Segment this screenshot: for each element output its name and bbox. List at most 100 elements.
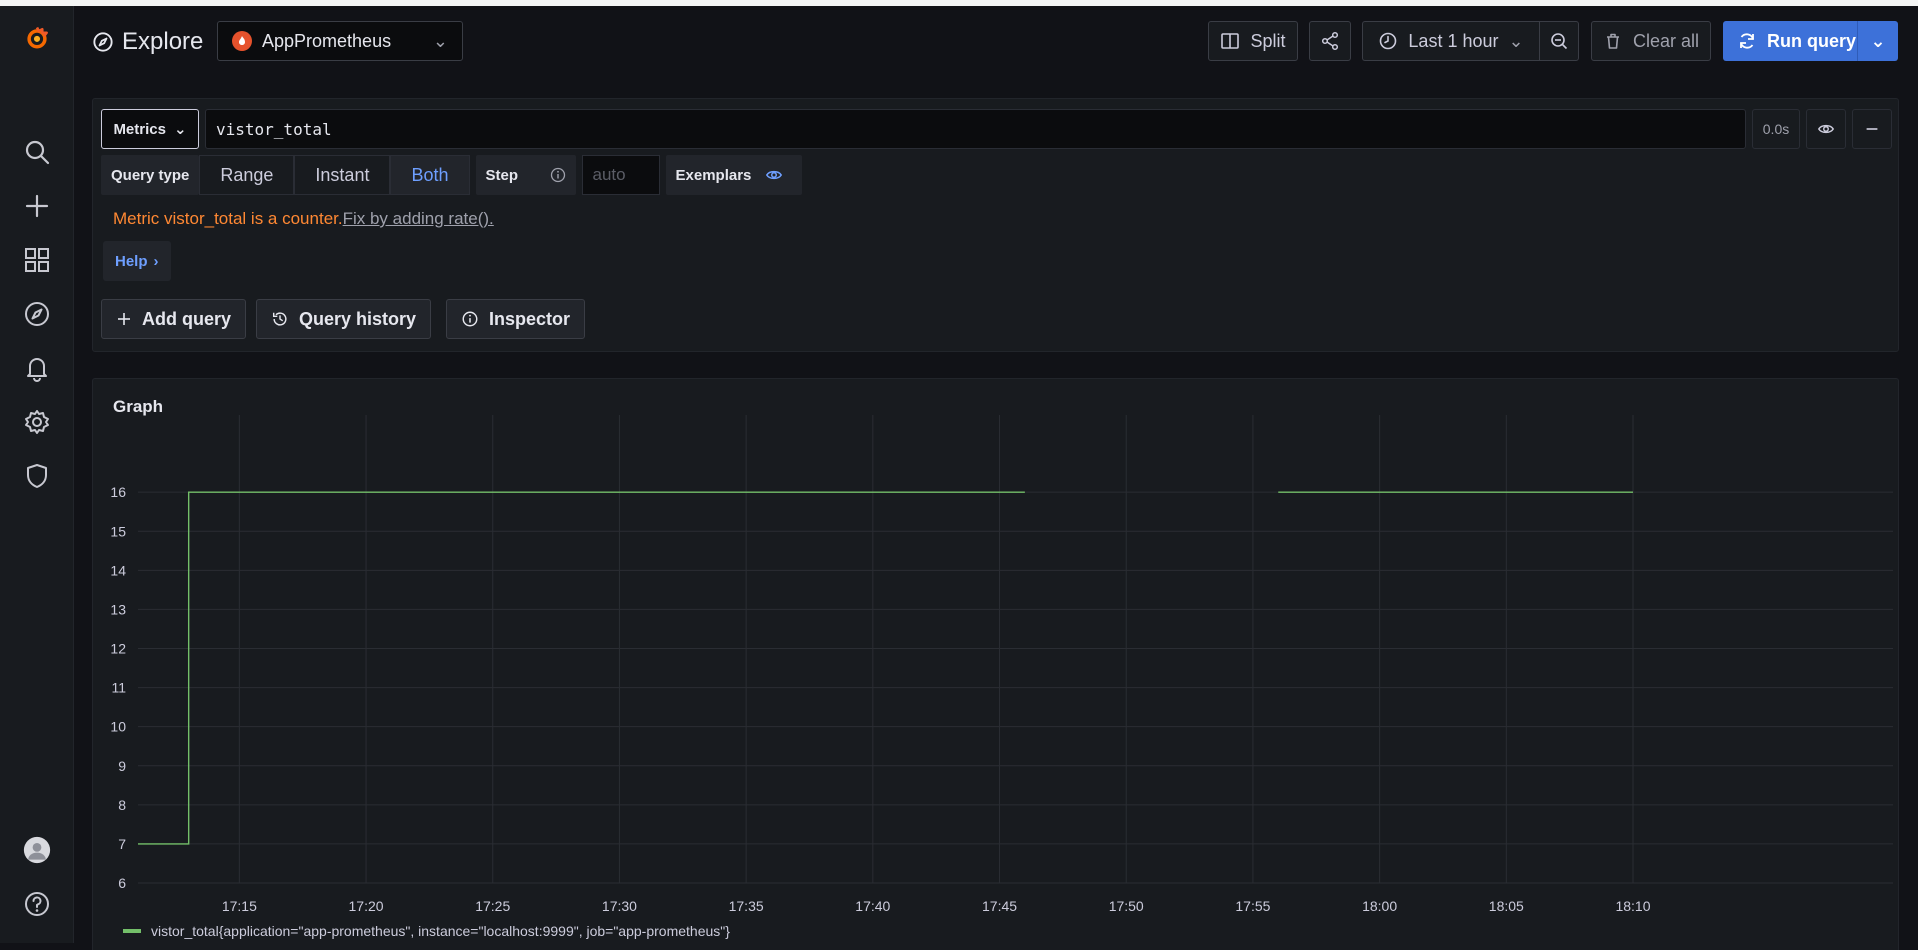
x-tick-label: 17:55 [1235, 898, 1270, 914]
main-content: Explore AppPrometheus ⌄ Split Last 1 hou… [74, 6, 1918, 950]
history-icon [272, 312, 287, 326]
chevron-down-icon: ⌄ [432, 30, 448, 51]
alerting-bell-icon[interactable] [19, 350, 55, 386]
time-range-picker[interactable]: Last 1 hour ⌄ [1362, 21, 1539, 61]
zoom-out-button[interactable] [1539, 21, 1579, 61]
legend-label: vistor_total{application="app-prometheus… [151, 923, 730, 939]
info-icon[interactable] [550, 167, 566, 183]
x-tick-label: 18:00 [1362, 898, 1397, 914]
y-tick-label: 6 [118, 875, 126, 891]
configuration-gear-icon[interactable] [19, 404, 55, 440]
zoom-out-icon [1551, 33, 1568, 50]
counter-warning: Metric vistor_total is a counter.Fix by … [113, 209, 494, 229]
query-expression-input[interactable]: vistor_total [205, 109, 1746, 149]
y-tick-label: 12 [110, 641, 126, 657]
y-tick-label: 7 [118, 836, 126, 852]
time-range-label: Last 1 hour [1408, 30, 1499, 51]
split-icon [1221, 33, 1240, 49]
prometheus-logo-icon [232, 31, 252, 51]
query-history-label: Query history [299, 308, 417, 329]
search-icon[interactable] [19, 134, 55, 170]
datasource-picker[interactable]: AppPrometheus ⌄ [217, 21, 463, 61]
inspector-button[interactable]: Inspector [446, 299, 586, 339]
avatar[interactable] [19, 832, 55, 868]
chevron-down-icon: ⌄ [1508, 30, 1524, 51]
step-input[interactable]: auto [581, 155, 660, 195]
query-type-instant[interactable]: Instant [294, 155, 391, 195]
help-icon[interactable] [19, 886, 55, 922]
eye-icon [766, 170, 783, 180]
y-tick-label: 16 [110, 484, 126, 500]
query-type-range[interactable]: Range [199, 155, 295, 195]
query-duration: 0.0s [1752, 109, 1800, 149]
chevron-down-icon: ⌄ [1870, 30, 1886, 51]
x-tick-label: 17:40 [855, 898, 890, 914]
step-label: Step [485, 166, 519, 184]
x-tick-label: 17:25 [475, 898, 510, 914]
step-label-cell: Step [475, 155, 576, 195]
x-tick-label: 18:05 [1489, 898, 1524, 914]
y-tick-label: 13 [110, 601, 126, 617]
query-type-both[interactable]: Both [390, 155, 470, 195]
query-history-button[interactable]: Query history [256, 299, 432, 339]
warning-text: Metric vistor_total is a counter. [113, 209, 343, 228]
y-tick-label: 10 [110, 719, 126, 735]
query-editor-row: Metrics ⌄ vistor_total 0.0s Query type R… [92, 98, 1899, 352]
y-tick-label: 11 [111, 680, 126, 696]
graph-panel: Graph 6 7 8 9 10 11 12 13 14 15 16 17:15 17:20 17:25 1… [92, 378, 1899, 950]
step-placeholder: auto [592, 165, 626, 184]
clear-all-label: Clear all [1632, 30, 1700, 51]
exemplars-toggle[interactable]: Exemplars [665, 155, 802, 195]
split-label: Split [1250, 30, 1286, 51]
x-tick-label: 17:35 [729, 898, 764, 914]
help-label: Help [115, 252, 148, 270]
series-line [138, 491, 1025, 845]
info-icon [462, 311, 478, 327]
share-icon [1321, 31, 1339, 51]
graph-chart[interactable]: 6 7 8 9 10 11 12 13 14 15 16 17:15 17:20 17:25 17:30 17… [93, 379, 1898, 950]
page-title-text: Explore [122, 28, 204, 55]
dashboards-icon[interactable] [19, 242, 55, 278]
hide-query-button[interactable] [1806, 109, 1846, 149]
datasource-name: AppPrometheus [262, 30, 392, 51]
add-query-label: Add query [142, 308, 232, 329]
run-query-button[interactable]: Run query ⌄ [1723, 21, 1898, 61]
y-tick-label: 9 [118, 758, 126, 774]
remove-query-button[interactable] [1852, 109, 1892, 149]
help-button[interactable]: Help › [103, 241, 171, 281]
y-tick-label: 8 [118, 797, 126, 813]
split-button[interactable]: Split [1208, 21, 1298, 61]
query-type-label: Query type [101, 155, 200, 195]
run-query-options-button[interactable]: ⌄ [1857, 21, 1898, 61]
x-tick-label: 17:45 [982, 898, 1017, 914]
share-button[interactable] [1309, 21, 1351, 61]
page-title: Explore [92, 28, 203, 56]
x-tick-label: 18:10 [1615, 898, 1650, 914]
run-query-main[interactable]: Run query [1723, 21, 1857, 61]
y-tick-label: 14 [110, 562, 126, 578]
x-tick-label: 17:15 [222, 898, 257, 914]
side-navigation [0, 6, 74, 943]
add-query-button[interactable]: Add query [101, 299, 247, 339]
run-query-label: Run query [1767, 30, 1857, 51]
exemplars-label: Exemplars [675, 166, 752, 184]
clock-icon [1380, 32, 1397, 50]
shield-icon[interactable] [19, 458, 55, 494]
explore-compass-icon[interactable] [19, 296, 55, 332]
x-tick-label: 17:20 [349, 898, 384, 914]
grafana-logo-icon[interactable] [19, 20, 55, 56]
query-options-row: Query type Range Instant Both Step auto … [101, 155, 802, 195]
fix-rate-link[interactable]: Fix by adding rate(). [343, 209, 494, 228]
clear-all-button[interactable]: Clear all [1591, 21, 1711, 61]
legend-color-swatch [123, 929, 141, 933]
metrics-browser-button[interactable]: Metrics ⌄ [101, 109, 199, 149]
minus-icon [1866, 128, 1878, 130]
metrics-label: Metrics [113, 120, 166, 138]
query-duration-text: 0.0s [1762, 121, 1790, 137]
explore-toolbar: Explore AppPrometheus ⌄ Split Last 1 hou… [74, 6, 1918, 86]
graph-legend[interactable]: vistor_total{application="app-prometheus… [123, 923, 730, 939]
plus-icon[interactable] [19, 188, 55, 224]
x-tick-label: 17:50 [1109, 898, 1144, 914]
y-tick-label: 15 [110, 523, 126, 539]
x-tick-label: 17:30 [602, 898, 637, 914]
